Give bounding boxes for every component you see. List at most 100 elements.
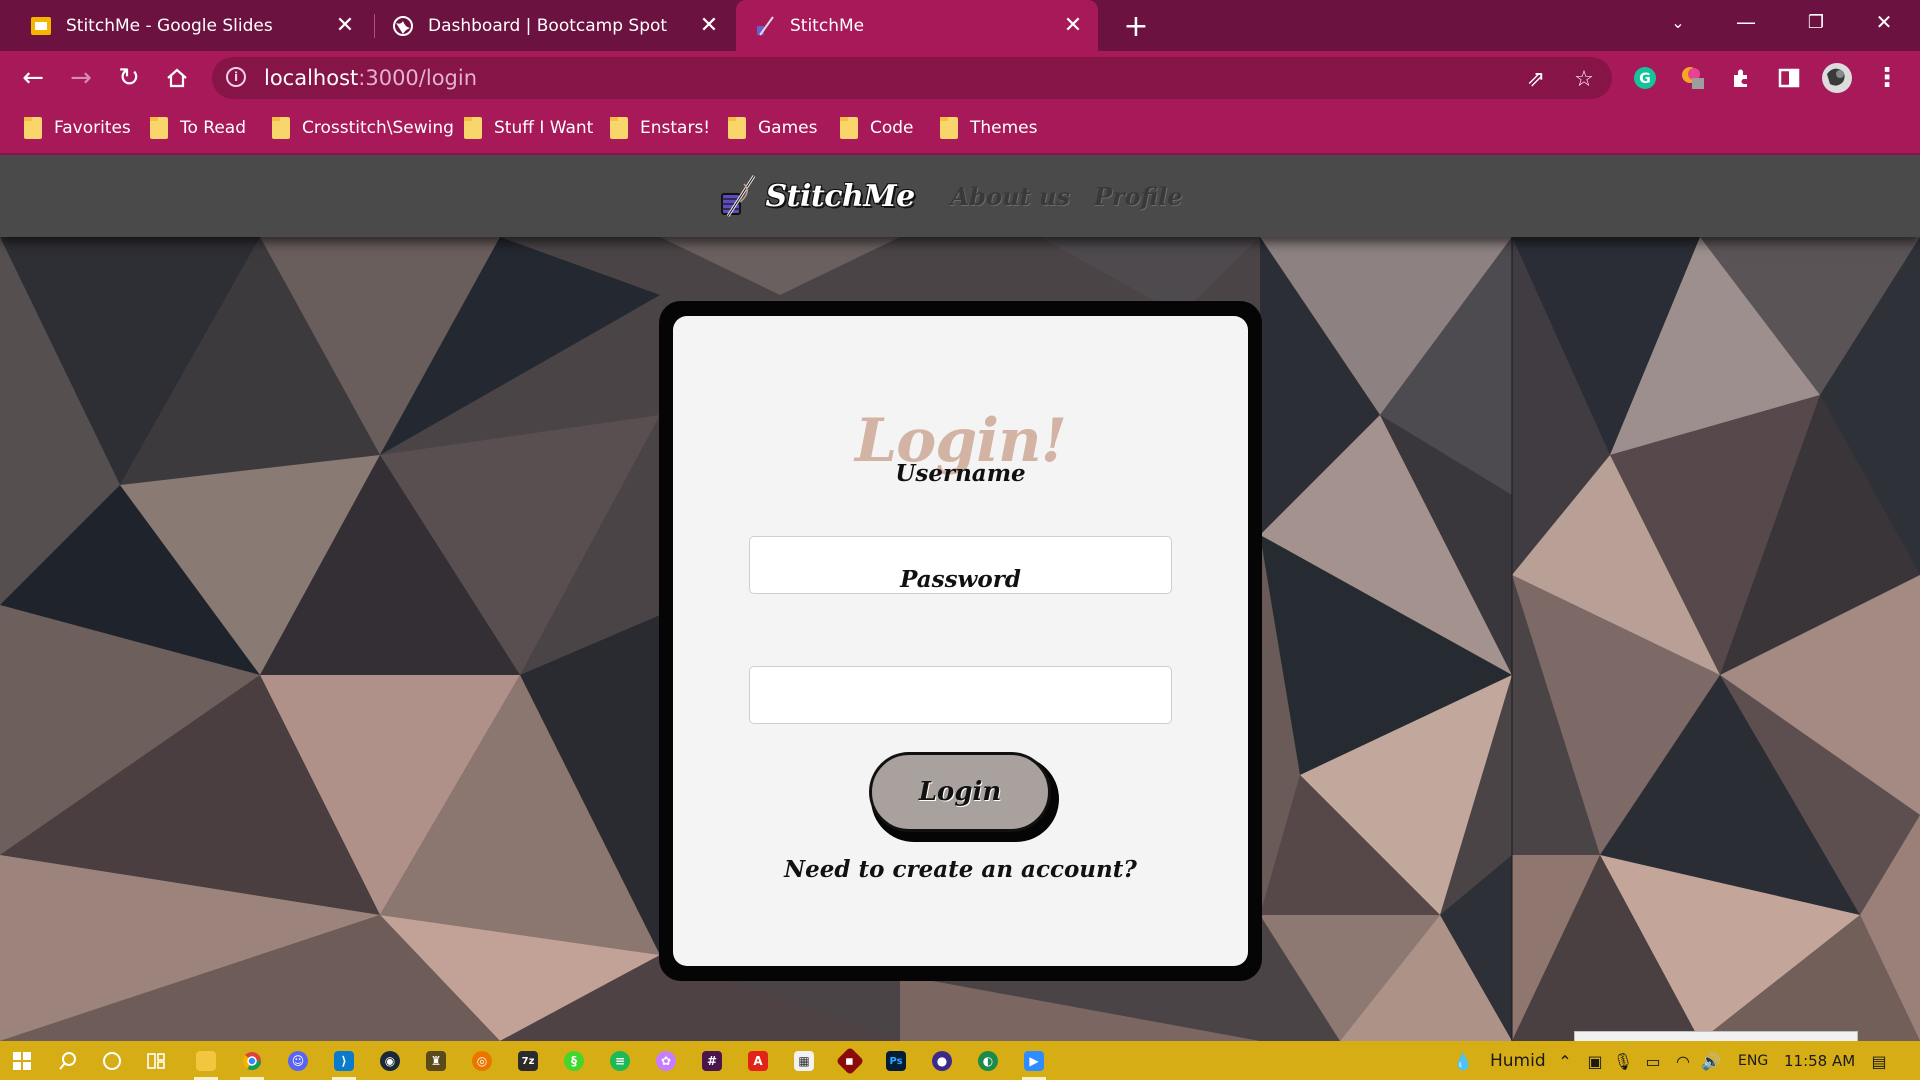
nav-profile[interactable]: Profile — [1094, 182, 1183, 211]
bookmark-folder[interactable]: Code — [840, 117, 914, 139]
browser-menu-icon[interactable]: ⋮ — [1870, 61, 1904, 95]
close-window-button[interactable]: ✕ — [1854, 0, 1914, 44]
battery-icon[interactable]: ▭ — [1642, 1050, 1664, 1072]
folder-icon — [272, 117, 290, 139]
bookmark-folder[interactable]: Themes — [940, 117, 1038, 139]
start-icon[interactable] — [4, 1045, 40, 1077]
nav-about-us[interactable]: About us — [951, 182, 1070, 211]
blender-icon[interactable]: ◎ — [464, 1045, 500, 1077]
git-icon[interactable]: ◆ — [832, 1045, 868, 1077]
search-icon[interactable] — [50, 1045, 86, 1077]
bookmark-label: Code — [870, 118, 914, 138]
close-tab-icon[interactable]: ✕ — [1058, 11, 1088, 41]
chrome-icon[interactable] — [234, 1045, 270, 1080]
tab-separator — [374, 14, 375, 38]
acrobat-icon[interactable]: A — [740, 1045, 776, 1077]
spool-needle-logo-icon — [720, 175, 755, 217]
folder-icon — [940, 117, 958, 139]
tab-search-chevron-icon[interactable]: ⌄ — [1648, 0, 1708, 44]
create-account-link[interactable]: Need to create an account? — [673, 856, 1248, 883]
brand-name: StitchMe — [765, 178, 916, 214]
address-bar[interactable]: i localhost:3000/login ⇗ ☆ — [212, 57, 1612, 99]
bookmark-label: Themes — [970, 118, 1038, 138]
vscode-icon[interactable]: ⟩ — [326, 1045, 362, 1080]
side-panel-icon[interactable] — [1772, 61, 1806, 95]
share-icon[interactable]: ⇗ — [1522, 65, 1550, 93]
grammarly-icon[interactable]: G — [1628, 61, 1662, 95]
bookmark-folder[interactable]: Favorites — [24, 117, 131, 139]
bookmark-label: Stuff I Want — [494, 118, 594, 138]
slack-icon[interactable]: # — [694, 1045, 730, 1077]
tab-bootcamp-spot[interactable]: Dashboard | Bootcamp Spot ✕ — [376, 0, 734, 51]
bookmark-folder[interactable]: To Read — [150, 117, 246, 139]
forward-button[interactable]: → — [62, 59, 100, 97]
globe-icon — [392, 15, 414, 37]
file-explorer-icon[interactable] — [188, 1045, 224, 1080]
minimize-button[interactable]: — — [1716, 0, 1776, 44]
paint-icon[interactable]: ▦ — [786, 1045, 822, 1077]
tab-stitchme[interactable]: StitchMe ✕ — [736, 0, 1098, 51]
show-hidden-icons-chevron-icon[interactable]: ⌃ — [1554, 1050, 1576, 1072]
url-text: localhost:3000/login — [264, 66, 478, 90]
folder-icon — [728, 117, 746, 139]
discord-icon[interactable]: ☺ — [280, 1045, 316, 1077]
tab-google-slides[interactable]: StitchMe - Google Slides ✕ — [0, 0, 370, 51]
notification-center-icon[interactable]: ▤ — [1868, 1050, 1890, 1072]
close-tab-icon[interactable]: ✕ — [330, 11, 360, 41]
window-preview-thumbnail — [1574, 1031, 1858, 1041]
volume-icon[interactable]: 🔊 — [1700, 1050, 1722, 1072]
task-view-icon[interactable] — [138, 1045, 174, 1077]
extensions-puzzle-icon[interactable] — [1724, 61, 1758, 95]
reload-button[interactable]: ↻ — [110, 59, 148, 97]
bookmark-folder[interactable]: Stuff I Want — [464, 117, 593, 139]
stitchme-favicon — [754, 15, 776, 37]
circle-app-icon[interactable]: ◐ — [970, 1045, 1006, 1077]
spotify-icon[interactable]: ≡ — [602, 1045, 638, 1077]
site-info-icon[interactable]: i — [226, 67, 246, 87]
folder-icon — [150, 117, 168, 139]
photoshop-icon[interactable]: Ps — [878, 1045, 914, 1077]
weather-text: Humid — [1490, 1051, 1546, 1071]
brand-link[interactable]: StitchMe — [714, 172, 915, 220]
windows-taskbar: ☺ ⟩ ◉ ♜ ◎ 7z § ≡ ✿ # A ▦ ◆ Ps ● ◐ ▶ 💧 Hu… — [0, 1041, 1920, 1080]
new-tab-button[interactable]: + — [1118, 8, 1154, 44]
back-button[interactable]: ← — [14, 59, 52, 97]
login-card: Login! Username Password Login Need to c… — [673, 316, 1248, 966]
wifi-icon[interactable]: ◠ — [1672, 1050, 1694, 1072]
app-icon[interactable]: ♜ — [418, 1045, 454, 1077]
steam-icon[interactable]: ◉ — [372, 1045, 408, 1077]
zoom-icon[interactable]: ▶ — [1016, 1045, 1052, 1080]
restore-button[interactable]: ❐ — [1786, 0, 1846, 44]
cortana-icon[interactable] — [94, 1045, 130, 1077]
razer-icon[interactable]: § — [556, 1045, 592, 1077]
login-button[interactable]: Login — [869, 752, 1051, 832]
tab-title: StitchMe - Google Slides — [66, 15, 273, 36]
bookmark-folder[interactable]: Enstars! — [610, 117, 710, 139]
folder-icon — [610, 117, 628, 139]
bookmark-folder[interactable]: Games — [728, 117, 817, 139]
clock[interactable]: 11:58 AM — [1784, 1052, 1855, 1070]
weather-icon[interactable]: 💧 — [1452, 1050, 1474, 1072]
microphone-icon[interactable]: 🎙 — [1612, 1050, 1634, 1072]
bookmark-label: Crosstitch\Sewing — [302, 118, 454, 138]
color-picker-extension-icon[interactable] — [1676, 61, 1710, 95]
profile-avatar[interactable] — [1820, 61, 1854, 95]
password-label: Password — [900, 566, 1021, 593]
tab-title: StitchMe — [790, 15, 865, 36]
terminal-icon[interactable]: 7z — [510, 1045, 546, 1077]
folder-icon — [840, 117, 858, 139]
browser-toolbar: ← → ↻ i localhost:3000/login ⇗ ☆ G ⋮ — [0, 51, 1920, 105]
bookmark-label: Games — [758, 118, 818, 138]
colorful-icon[interactable]: ✿ — [648, 1045, 684, 1077]
password-input[interactable] — [749, 666, 1172, 724]
language-indicator[interactable]: ENG — [1738, 1053, 1768, 1069]
home-button[interactable] — [158, 59, 196, 97]
firefox-icon[interactable]: ● — [924, 1045, 960, 1077]
svg-text:G: G — [1639, 71, 1651, 87]
bookmark-folder[interactable]: Crosstitch\Sewing — [272, 117, 454, 139]
close-tab-icon[interactable]: ✕ — [694, 11, 724, 41]
site-navbar: StitchMe About us Profile — [0, 155, 1920, 237]
bookmark-star-icon[interactable]: ☆ — [1570, 65, 1598, 93]
meet-now-icon[interactable]: ▣ — [1584, 1050, 1606, 1072]
bookmark-label: To Read — [180, 118, 247, 138]
